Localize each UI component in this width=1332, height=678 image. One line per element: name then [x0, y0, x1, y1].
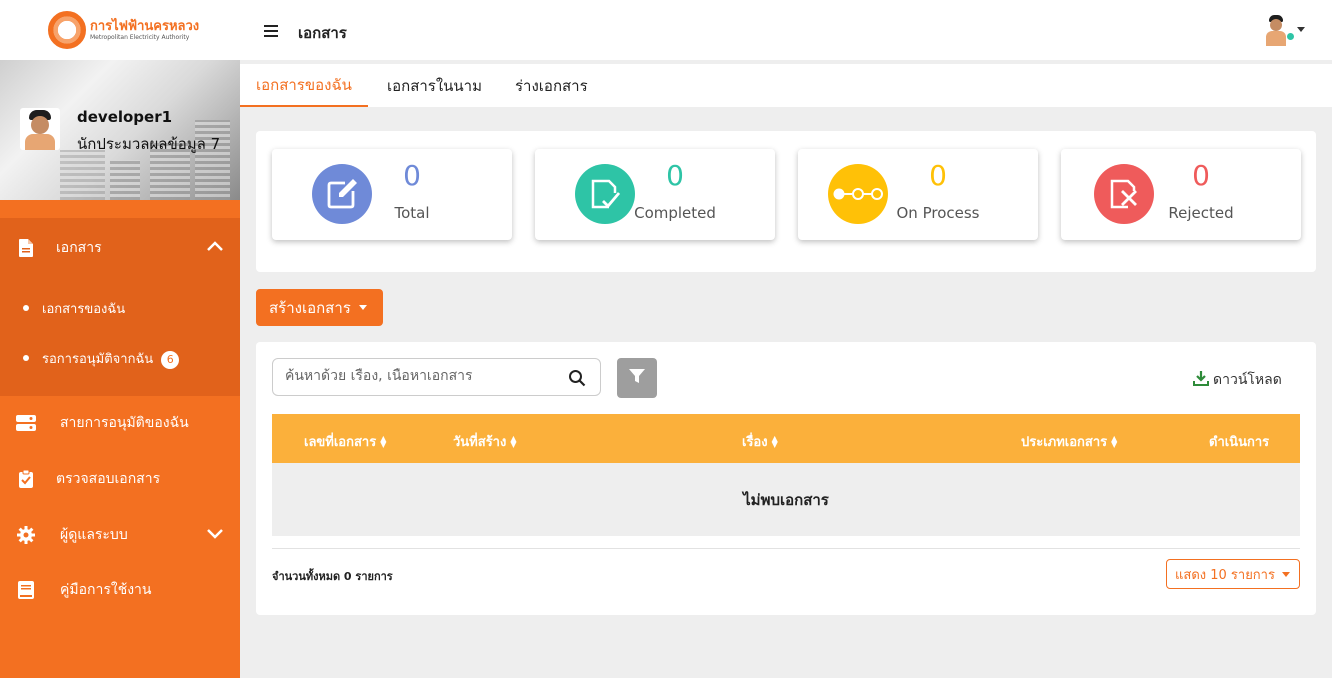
column-label: วันที่สร้าง: [453, 435, 507, 450]
clipboard-check-icon: [16, 469, 36, 489]
search-box[interactable]: [272, 358, 601, 396]
brand-name-en: Metropolitan Electricity Authority: [90, 33, 190, 41]
subitem-text: รอการอนุมัติจากฉัน: [42, 351, 154, 367]
profile-username: developer1: [77, 108, 173, 126]
search-input[interactable]: [285, 368, 555, 384]
filter-icon: [629, 368, 645, 388]
table-header: เลขที่เอกสาร ▲ ▼ วันที่สร้าง ▲ ▼ เรื่อง ▲ ▼…: [272, 414, 1300, 463]
chevron-down-icon[interactable]: [206, 527, 224, 543]
sidebar-subitem-pending-approval[interactable]: รอการอนุมัติจากฉัน 6: [0, 343, 240, 373]
stat-card-completed[interactable]: 0 Completed: [535, 149, 775, 240]
column-header-created-date[interactable]: วันที่สร้าง ▲ ▼: [453, 431, 516, 452]
sidebar-item-my-workflow[interactable]: สายการอนุมัติของฉัน: [0, 403, 240, 443]
create-button-label: สร้างเอกสาร: [269, 298, 351, 317]
sidebar-item-label: ผู้ดูแลระบบ: [60, 527, 128, 543]
bullet-icon: [23, 305, 29, 311]
stat-value: 0: [929, 159, 947, 192]
document-tabs: เอกสารของฉัน เอกสารในนาม ร่างเอกสาร: [240, 64, 1332, 107]
stat-value: 0: [1192, 159, 1210, 192]
hamburger-menu-icon[interactable]: [264, 25, 278, 37]
sort-icon: ▲ ▼: [380, 433, 387, 449]
brand-logo-area[interactable]: การไฟฟ้านครหลวง Metropolitan Electricity…: [0, 0, 240, 60]
download-icon: [1193, 370, 1209, 390]
column-label: เลขที่เอกสาร: [304, 435, 377, 450]
brand-name-th: การไฟฟ้านครหลวง: [90, 18, 200, 34]
column-header-doc-type[interactable]: ประเภทเอกสาร ▲ ▼: [1021, 431, 1117, 452]
background-building: [60, 150, 105, 200]
download-label: ดาวน์โหลด: [1213, 372, 1282, 388]
workflow-icon: [16, 413, 36, 433]
page-size-select[interactable]: แสดง 10 รายการ: [1166, 559, 1300, 589]
stat-card-on-process[interactable]: 0 On Process: [798, 149, 1038, 240]
total-count-text: จำนวนทั้งหมด 0 รายการ: [272, 570, 393, 583]
column-label: ดำเนินการ: [1209, 435, 1270, 450]
column-header-actions: ดำเนินการ: [1209, 431, 1269, 452]
divider: [272, 548, 1300, 549]
online-status-dot: [1287, 33, 1294, 40]
topbar: เอกสาร: [240, 0, 1332, 60]
column-label: ประเภทเอกสาร: [1021, 435, 1108, 450]
page-size-label: แสดง 10 รายการ: [1175, 567, 1275, 583]
background-building: [110, 160, 140, 200]
user-avatar[interactable]: [1262, 14, 1290, 46]
column-header-doc-number[interactable]: เลขที่เอกสาร ▲ ▼: [304, 431, 386, 452]
column-header-subject[interactable]: เรื่อง ▲ ▼: [742, 431, 778, 452]
sort-icon: ▲ ▼: [771, 433, 778, 449]
sort-icon: ▲ ▼: [510, 433, 517, 449]
mea-logo-icon: [48, 11, 86, 49]
sidebar-item-label: ตรวจสอบเอกสาร: [56, 471, 161, 487]
search-icon[interactable]: [568, 369, 586, 391]
gear-icon: [16, 525, 36, 545]
stat-label: Total: [394, 204, 430, 222]
create-document-button[interactable]: สร้างเอกสาร: [256, 289, 383, 326]
download-button[interactable]: ดาวน์โหลด: [1193, 369, 1282, 391]
tab-my-documents[interactable]: เอกสารของฉัน: [240, 64, 368, 107]
caret-down-icon: [1282, 572, 1290, 577]
stat-label: Rejected: [1168, 204, 1234, 222]
sidebar-item-label: เอกสาร: [56, 240, 102, 256]
stat-label: On Process: [896, 204, 980, 222]
stat-value: 0: [403, 159, 421, 192]
subitem-label: รอการอนุมัติจากฉัน 6: [42, 348, 180, 369]
sidebar-subitem-my-documents[interactable]: เอกสารของฉัน: [0, 293, 240, 323]
brand-text: การไฟฟ้านครหลวง Metropolitan Electricity…: [90, 19, 199, 42]
tab-on-behalf-documents[interactable]: เอกสารในนาม: [371, 64, 498, 107]
column-label: เรื่อง: [742, 435, 768, 450]
pending-count-badge: 6: [161, 350, 180, 369]
sidebar-item-admin[interactable]: ผู้ดูแลระบบ: [0, 515, 240, 555]
stat-card-total[interactable]: 0 Total: [272, 149, 512, 240]
sidebar-item-documents[interactable]: เอกสาร: [0, 228, 240, 268]
chevron-up-icon[interactable]: [206, 240, 224, 256]
stat-value: 0: [666, 159, 684, 192]
profile-card: developer1 นักประมวลผลข้อมูล 7: [0, 60, 240, 200]
bullet-icon: [23, 355, 29, 361]
stat-card-rejected[interactable]: 0 Rejected: [1061, 149, 1301, 240]
profile-role: นักประมวลผลข้อมูล 7: [77, 135, 221, 153]
menu-spacer: [0, 200, 240, 218]
subitem-label: เอกสารของฉัน: [42, 298, 125, 319]
stat-label: Completed: [634, 204, 716, 222]
sidebar-item-label: สายการอนุมัติของฉัน: [60, 415, 189, 431]
user-menu-caret-icon[interactable]: [1297, 27, 1305, 32]
sidebar-item-label: คู่มือการใช้งาน: [60, 582, 152, 598]
sort-icon: ▲ ▼: [1111, 433, 1118, 449]
subitem-text: เอกสารของฉัน: [42, 301, 126, 317]
filter-button[interactable]: [617, 358, 657, 398]
page-title: เอกสาร: [298, 24, 347, 42]
table-empty-row: ไม่พบเอกสาร: [272, 463, 1300, 536]
book-icon: [16, 580, 36, 600]
sidebar-item-manual[interactable]: คู่มือการใช้งาน: [0, 570, 240, 610]
sidebar-item-document-check[interactable]: ตรวจสอบเอกสาร: [0, 459, 240, 499]
tab-draft-documents[interactable]: ร่างเอกสาร: [499, 64, 604, 107]
caret-down-icon: [358, 305, 367, 310]
profile-avatar: [20, 108, 60, 150]
file-icon: [16, 238, 36, 258]
